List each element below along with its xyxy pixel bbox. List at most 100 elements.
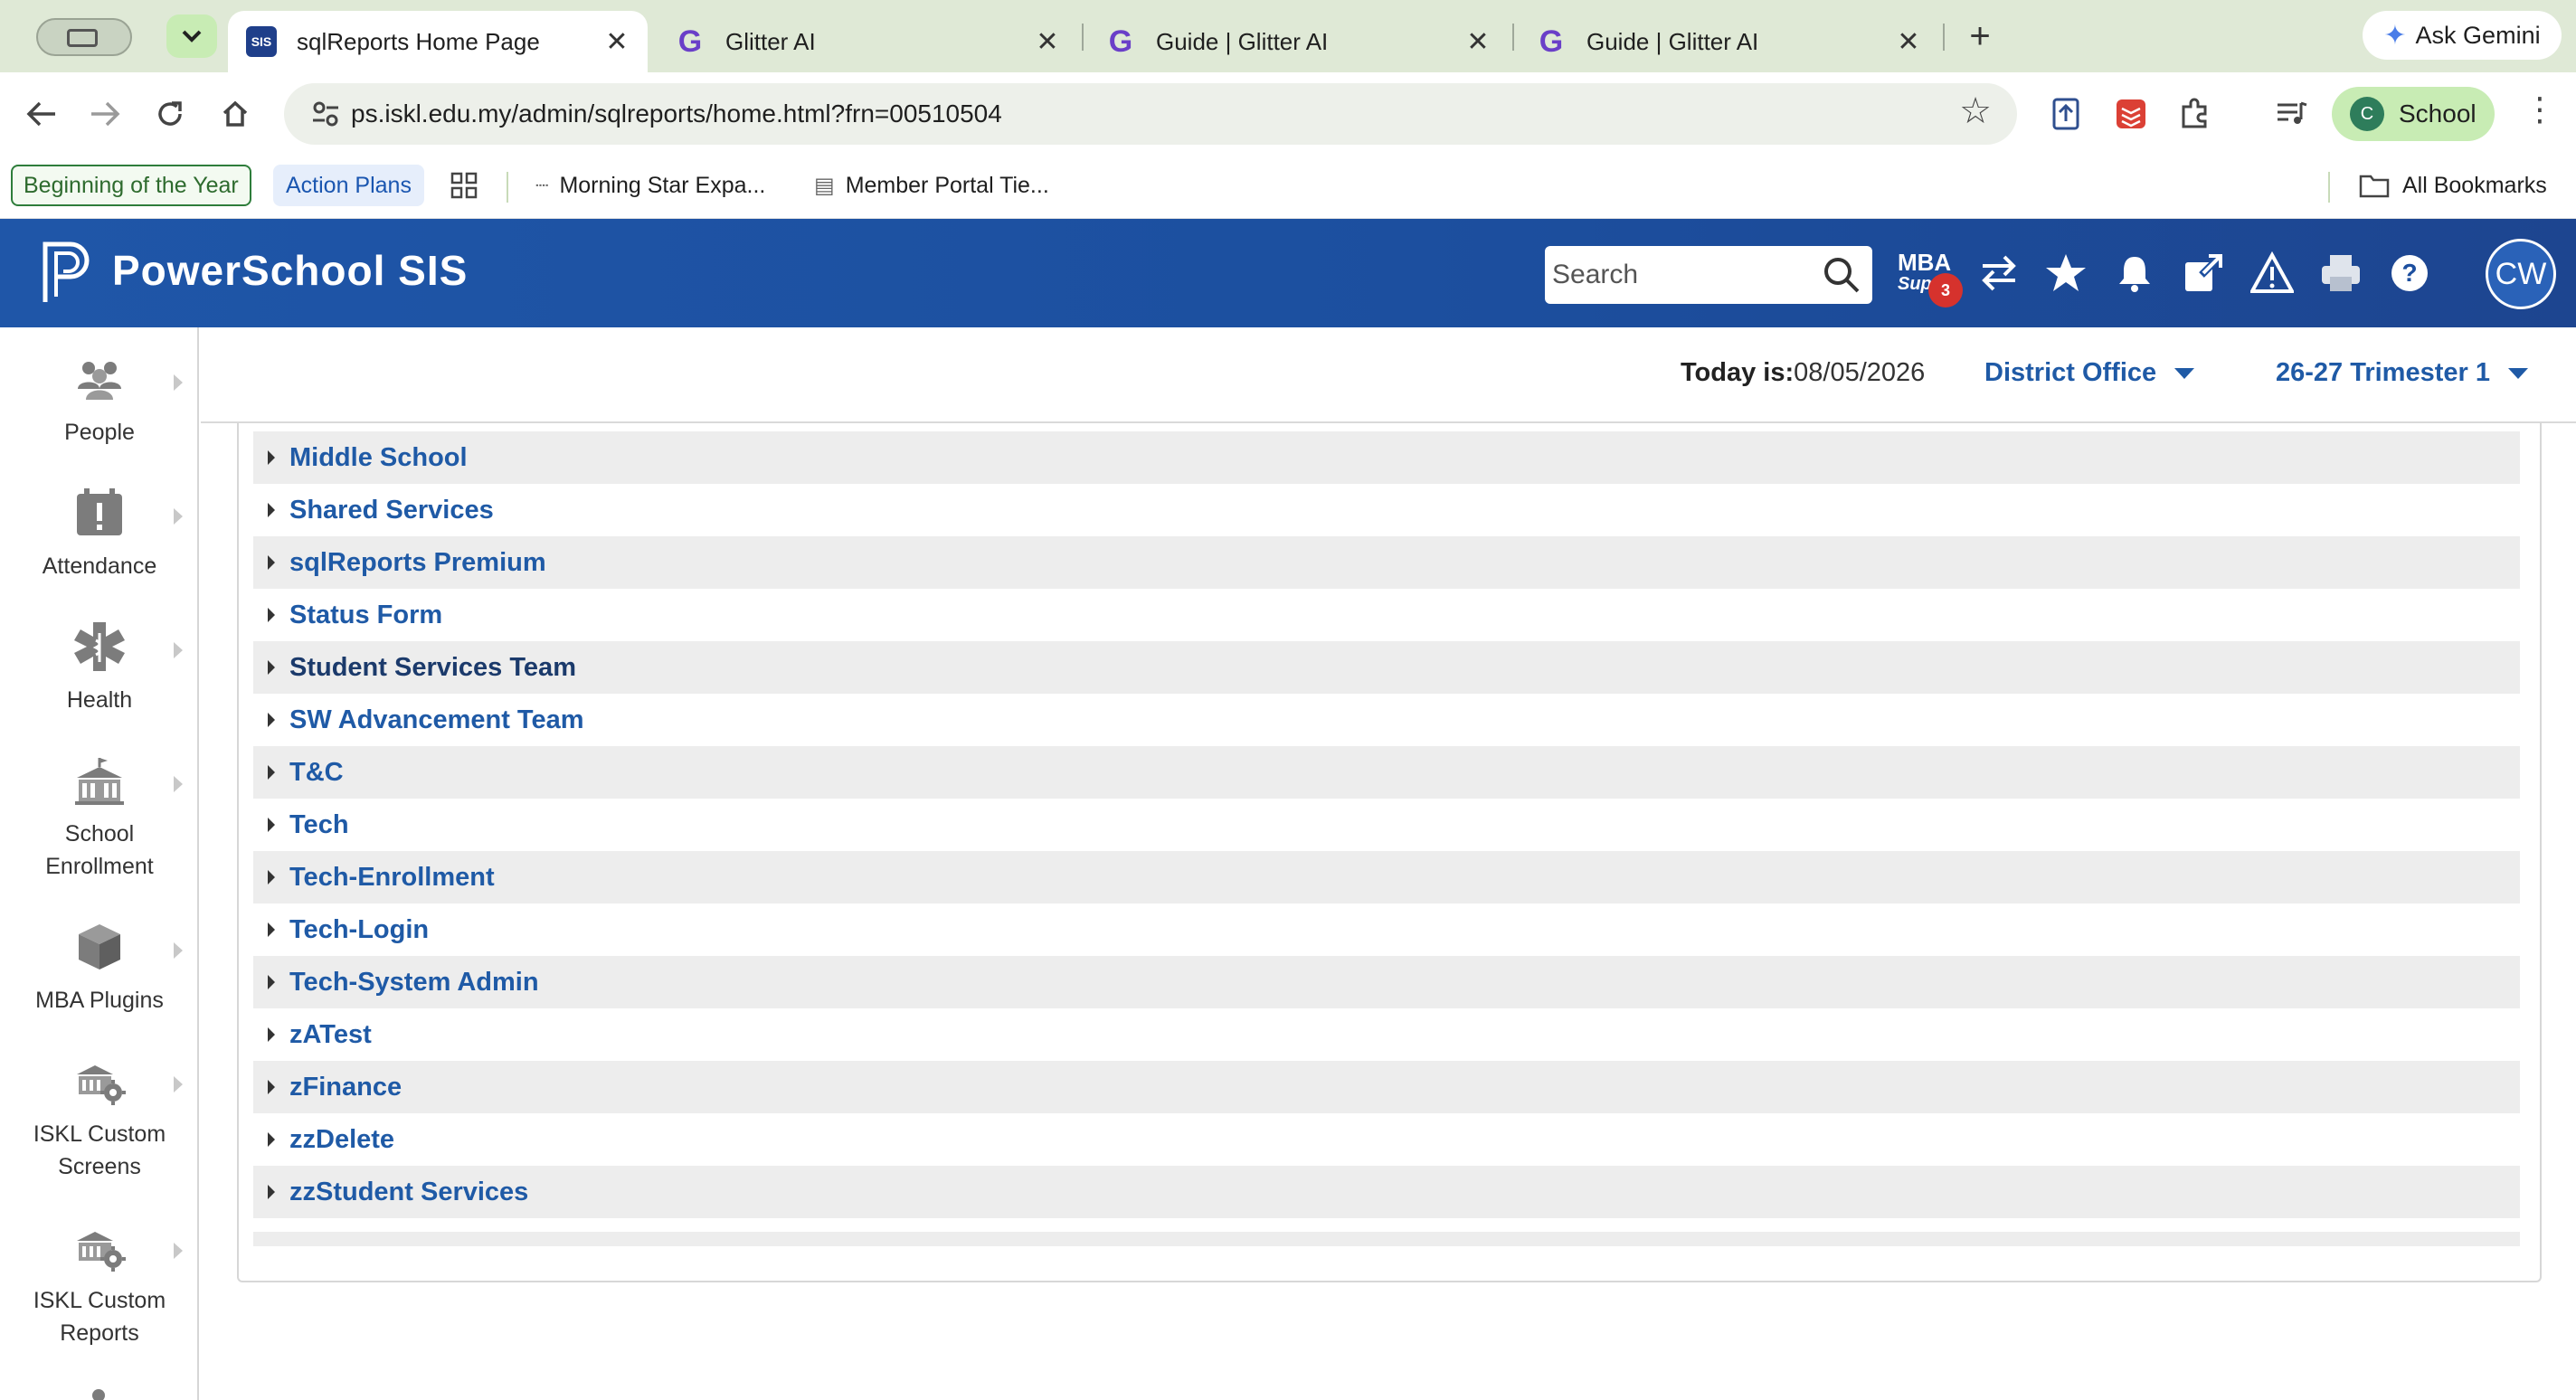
report-group-name[interactable]: Middle School: [289, 443, 468, 473]
media-controls-icon[interactable]: [2272, 94, 2312, 134]
bookmark-label: Member Portal Tie...: [845, 172, 1049, 198]
term-selector[interactable]: 26-27 Trimester 1: [2276, 358, 2528, 388]
report-group-name[interactable]: Tech-System Admin: [289, 968, 539, 998]
browser-menu-icon[interactable]: ⋮: [2524, 90, 2556, 128]
report-group-name[interactable]: Status Form: [289, 601, 442, 630]
report-group-name[interactable]: Shared Services: [289, 496, 494, 525]
close-icon[interactable]: ✕: [599, 26, 635, 58]
warning-triangle-icon[interactable]: [2250, 251, 2294, 295]
report-group-row[interactable]: Status Form: [253, 589, 2520, 641]
today-value: 08/05/2026: [1794, 358, 1926, 387]
expand-arrow-icon: [268, 1185, 275, 1199]
extensions-puzzle-icon[interactable]: [2174, 94, 2214, 134]
bookmark-star-icon[interactable]: ☆: [1959, 90, 1992, 132]
extension-todoist-icon[interactable]: [2111, 94, 2151, 134]
bookmark-member-portal[interactable]: ▤ Member Portal Tie...: [814, 165, 1049, 206]
nav-item-school-enrollment[interactable]: School Enrollment: [0, 754, 199, 883]
nav-label: Health: [66, 687, 133, 713]
bookmark-beginning-of-year[interactable]: Beginning of the Year: [11, 165, 251, 206]
report-group-name[interactable]: Tech-Login: [289, 915, 429, 945]
plugins-icon: [79, 924, 120, 970]
nav-item-iskl-custom-screens[interactable]: ISKL Custom Screens: [0, 1055, 199, 1183]
tab-sqlreports[interactable]: SIS sqlReports Home Page ✕: [228, 11, 648, 72]
report-group-row[interactable]: Student Services Team: [253, 641, 2520, 694]
nav-item-mba-plugins[interactable]: MBA Plugins: [0, 921, 199, 1017]
ask-gemini-button[interactable]: ✦ Ask Gemini: [2363, 11, 2562, 60]
report-group-row[interactable]: zATest: [253, 1008, 2520, 1061]
address-bar[interactable]: ps.iskl.edu.my/admin/sqlreports/home.htm…: [284, 83, 2017, 145]
close-icon[interactable]: ✕: [1460, 26, 1496, 58]
report-group-row[interactable]: zzStudent Services: [253, 1166, 2520, 1218]
nav-label: Attendance: [42, 553, 157, 579]
school-selector[interactable]: District Office: [1984, 358, 2195, 388]
bookmark-label: Beginning of the Year: [24, 172, 239, 198]
apps-grid-icon[interactable]: [450, 165, 478, 206]
report-group-row[interactable]: sqlReports Premium: [253, 536, 2520, 589]
bookmark-action-plans[interactable]: Action Plans: [273, 165, 424, 206]
expand-arrow-icon: [268, 608, 275, 622]
report-group-name[interactable]: Tech-Enrollment: [289, 863, 495, 893]
nav-item-health[interactable]: Health: [0, 620, 199, 716]
search-input[interactable]: [1545, 246, 1816, 304]
external-link-icon[interactable]: [2182, 251, 2225, 295]
report-group-name[interactable]: T&C: [289, 758, 344, 788]
nav-item-people[interactable]: People: [0, 353, 199, 449]
report-group-row[interactable]: Tech-Enrollment: [253, 851, 2520, 903]
extension-upload-icon[interactable]: [2046, 94, 2086, 134]
chevron-right-icon: [174, 776, 183, 792]
switch-arrows-icon[interactable]: [1977, 251, 2021, 295]
print-icon[interactable]: [2319, 251, 2363, 295]
close-icon[interactable]: ✕: [1890, 26, 1927, 58]
nav-item-attendance[interactable]: Attendance: [0, 487, 199, 582]
forward-button[interactable]: [81, 90, 128, 137]
report-group-name[interactable]: SW Advancement Team: [289, 705, 584, 735]
url-text[interactable]: ps.iskl.edu.my/admin/sqlreports/home.htm…: [351, 83, 1002, 145]
report-group-row[interactable]: Tech: [253, 799, 2520, 851]
report-group-name[interactable]: Student Services Team: [289, 653, 576, 683]
report-group-row[interactable]: T&C: [253, 746, 2520, 799]
profile-button[interactable]: C School: [2332, 87, 2495, 141]
nav-label: School Enrollment: [45, 821, 154, 879]
bookmark-morning-star[interactable]: ┈ Morning Star Expa...: [535, 165, 765, 206]
report-group-row[interactable]: zzDelete: [253, 1113, 2520, 1166]
tab-glitter-ai[interactable]: G Glitter AI ✕: [657, 11, 1078, 72]
report-group-name[interactable]: Tech: [289, 810, 349, 840]
reload-button[interactable]: [147, 90, 194, 137]
powerschool-logo-icon[interactable]: [40, 239, 99, 306]
site-settings-icon[interactable]: [311, 99, 340, 128]
tab-groups-button[interactable]: [36, 18, 132, 56]
nav-item-iskl-custom-reports[interactable]: ISKL Custom Reports: [0, 1221, 199, 1349]
report-group-row[interactable]: zFinance: [253, 1061, 2520, 1113]
tab-guide-glitter-ai-2[interactable]: G Guide | Glitter AI ✕: [1518, 11, 1939, 72]
help-icon[interactable]: ?: [2388, 251, 2431, 295]
report-group-row[interactable]: Middle School: [253, 431, 2520, 484]
tab-guide-glitter-ai[interactable]: G Guide | Glitter AI ✕: [1087, 11, 1509, 72]
bookmarks-divider: [2328, 172, 2330, 203]
app-title: PowerSchool SIS: [112, 247, 469, 294]
custom-screens-icon: [77, 1065, 126, 1105]
tab-search-button[interactable]: [166, 14, 217, 58]
user-avatar[interactable]: CW: [2486, 239, 2556, 309]
expand-arrow-icon: [268, 503, 275, 517]
favorites-star-icon[interactable]: [2044, 251, 2088, 295]
report-group-row[interactable]: SW Advancement Team: [253, 694, 2520, 746]
close-icon[interactable]: ✕: [1029, 26, 1065, 58]
school-name: District Office: [1984, 358, 2157, 387]
new-tab-button[interactable]: +: [1959, 16, 2001, 58]
home-button[interactable]: [212, 90, 259, 137]
notifications-bell-icon[interactable]: [2113, 251, 2156, 295]
mba-support-button[interactable]: MBA Supp 3: [1898, 251, 1963, 307]
custom-reports-icon: [77, 1232, 126, 1272]
search-icon[interactable]: [1822, 255, 1861, 295]
report-group-name[interactable]: zzDelete: [289, 1125, 394, 1155]
report-group-name[interactable]: zATest: [289, 1020, 372, 1050]
report-group-name[interactable]: zzStudent Services: [289, 1178, 528, 1207]
report-group-row[interactable]: Shared Services: [253, 484, 2520, 536]
back-button[interactable]: [18, 90, 65, 137]
report-group-row[interactable]: Tech-Login: [253, 903, 2520, 956]
report-group-row-partial: [253, 1232, 2520, 1246]
report-group-row[interactable]: Tech-System Admin: [253, 956, 2520, 1008]
report-group-name[interactable]: zFinance: [289, 1073, 402, 1102]
all-bookmarks-button[interactable]: All Bookmarks: [2359, 165, 2547, 206]
report-group-name[interactable]: sqlReports Premium: [289, 548, 546, 578]
